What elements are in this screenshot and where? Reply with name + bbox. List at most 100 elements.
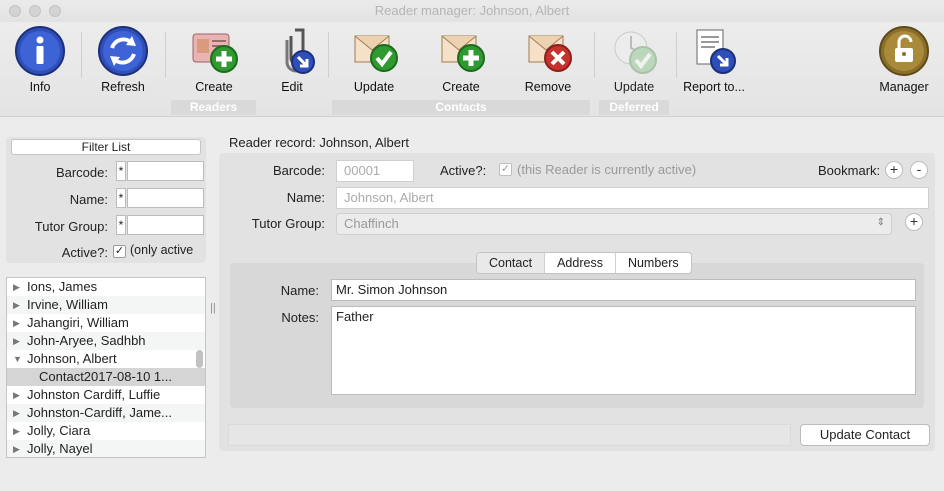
record-active-note: (this Reader is currently active): [517, 162, 697, 177]
disclosure-icon[interactable]: ▶: [13, 332, 20, 350]
filter-barcode-star: *: [116, 161, 126, 181]
list-item[interactable]: ▶ Jolly, Ciara: [7, 422, 205, 440]
filter-panel: Filter List Barcode: * Name: * Tutor Gro…: [6, 137, 206, 263]
filter-tutor-group-star: *: [116, 215, 126, 235]
update-contact-label: Update: [353, 80, 395, 94]
list-item[interactable]: ▶ Jolly, Nayel: [7, 440, 205, 457]
tutor-group-value: Chaffinch: [344, 216, 399, 231]
update-contact-icon: [354, 35, 398, 72]
create-contact-label: Create: [442, 80, 480, 94]
filter-active-checkbox[interactable]: ✓: [113, 245, 126, 258]
info-label: Info: [29, 80, 51, 94]
window-title: Reader manager: Johnson, Albert: [374, 3, 570, 18]
list-item[interactable]: ▶ John-Aryee, Sadhbh: [7, 332, 205, 350]
record-barcode-input[interactable]: 00001: [336, 160, 414, 182]
tutor-group-add-button[interactable]: +: [905, 213, 923, 231]
refresh-label: Refresh: [101, 80, 145, 94]
create-contact-icon: [441, 35, 485, 72]
zoom-window-button[interactable]: [49, 5, 61, 17]
disclosure-icon[interactable]: ▶: [13, 386, 20, 404]
tab-numbers[interactable]: Numbers: [616, 253, 691, 273]
report-button[interactable]: Report to...: [674, 24, 754, 98]
bookmark-label: Bookmark:: [818, 163, 881, 178]
create-reader-label: Create: [195, 80, 233, 94]
select-arrows-icon: ⇕: [876, 217, 885, 228]
minimize-window-button[interactable]: [29, 5, 41, 17]
create-contact-button[interactable]: Create: [421, 24, 501, 98]
update-deferred-button[interactable]: Update: [594, 24, 674, 98]
report-label: Report to...: [683, 80, 745, 94]
readers-group-label: Readers: [171, 100, 256, 115]
filter-tutor-group-label: Tutor Group:: [34, 219, 108, 234]
edit-icon: [285, 28, 315, 74]
report-icon: [696, 29, 736, 74]
filter-name-input[interactable]: [127, 188, 204, 208]
title-bar: Reader manager: Johnson, Albert: [0, 0, 944, 22]
contact-panel: Name: Mr. Simon Johnson Notes: Father: [230, 263, 924, 408]
filter-active-label: Active?:: [61, 245, 108, 260]
filter-barcode-label: Barcode:: [55, 165, 108, 180]
update-contact-button[interactable]: Update: [334, 24, 414, 98]
disclosure-icon[interactable]: ▶: [13, 296, 20, 314]
contact-notes-textarea[interactable]: Father: [331, 306, 916, 395]
close-window-button[interactable]: [9, 5, 21, 17]
unlock-icon: [879, 26, 929, 76]
info-icon: [15, 26, 65, 76]
manager-button[interactable]: Manager: [864, 24, 944, 98]
create-reader-button[interactable]: Create: [174, 24, 254, 98]
list-item[interactable]: ▶ Ions, James: [7, 278, 205, 296]
list-scrollbar[interactable]: [196, 350, 203, 368]
disclosure-icon[interactable]: ▶: [13, 422, 20, 440]
remove-contact-button[interactable]: Remove: [508, 24, 588, 98]
remove-contact-icon: [528, 35, 572, 72]
edit-button[interactable]: Edit: [252, 24, 332, 98]
list-item[interactable]: ▶ Johnston-Cardiff, Jame...: [7, 404, 205, 422]
contacts-group-label: Contacts: [332, 100, 590, 115]
update-contact-button-bottom[interactable]: Update Contact: [800, 424, 930, 446]
contact-notes-label: Notes:: [281, 310, 319, 325]
tutor-group-select[interactable]: Chaffinch ⇕: [336, 213, 892, 235]
filter-list-button[interactable]: Filter List: [11, 139, 201, 155]
record-name-label: Name:: [286, 190, 325, 205]
record-title: Reader record: Johnson, Albert: [229, 135, 409, 150]
filter-name-star: *: [116, 188, 126, 208]
create-reader-icon: [192, 33, 238, 73]
disclosure-icon[interactable]: ▶: [13, 404, 20, 422]
record-name-input[interactable]: Johnson, Albert: [336, 187, 929, 209]
bookmark-add-button[interactable]: +: [885, 161, 903, 179]
filter-name-label: Name:: [69, 192, 108, 207]
disclosure-icon[interactable]: ▶: [13, 278, 20, 296]
tab-address[interactable]: Address: [545, 253, 616, 273]
record-active-label: Active?:: [440, 163, 487, 178]
record-tutor-group-label: Tutor Group:: [251, 216, 325, 231]
edit-label: Edit: [281, 80, 303, 94]
list-item[interactable]: ▶ Jahangiri, William: [7, 314, 205, 332]
remove-contact-label: Remove: [524, 80, 572, 94]
filter-barcode-input[interactable]: [127, 161, 204, 181]
contact-name-input[interactable]: Mr. Simon Johnson: [331, 279, 916, 301]
toolbar: Info Refresh Create Edit Update Create R…: [0, 22, 944, 117]
list-item[interactable]: ▶ Johnston Cardiff, Luffie: [7, 386, 205, 404]
status-field: [228, 424, 791, 446]
manager-label: Manager: [879, 80, 929, 94]
split-view-handle[interactable]: ||: [210, 302, 216, 314]
reader-list[interactable]: ▶ Ions, James ▶ Irvine, William ▶ Jahangiri…: [6, 277, 206, 458]
update-deferred-icon: [614, 31, 657, 74]
refresh-button[interactable]: Refresh: [83, 24, 163, 98]
record-barcode-label: Barcode:: [272, 163, 325, 178]
list-item[interactable]: ▼ Johnson, Albert: [7, 350, 205, 368]
list-item-selected[interactable]: Contact2017-08-10 1...: [7, 368, 205, 386]
contact-name-label: Name:: [280, 283, 319, 298]
bookmark-remove-button[interactable]: -: [910, 161, 928, 179]
tab-contact[interactable]: Contact: [477, 253, 546, 273]
disclosure-icon[interactable]: ▼: [13, 350, 22, 368]
list-item[interactable]: ▶ Irvine, William: [7, 296, 205, 314]
info-button[interactable]: Info: [0, 24, 80, 98]
filter-active-note: (only active: [130, 243, 194, 257]
disclosure-icon[interactable]: ▶: [13, 314, 20, 332]
update-deferred-label: Update: [613, 80, 655, 94]
disclosure-icon[interactable]: ▶: [13, 440, 20, 457]
record-active-checkbox[interactable]: ✓: [499, 163, 512, 176]
contact-tabs: Contact Address Numbers: [476, 252, 692, 274]
filter-tutor-group-input[interactable]: [127, 215, 204, 235]
